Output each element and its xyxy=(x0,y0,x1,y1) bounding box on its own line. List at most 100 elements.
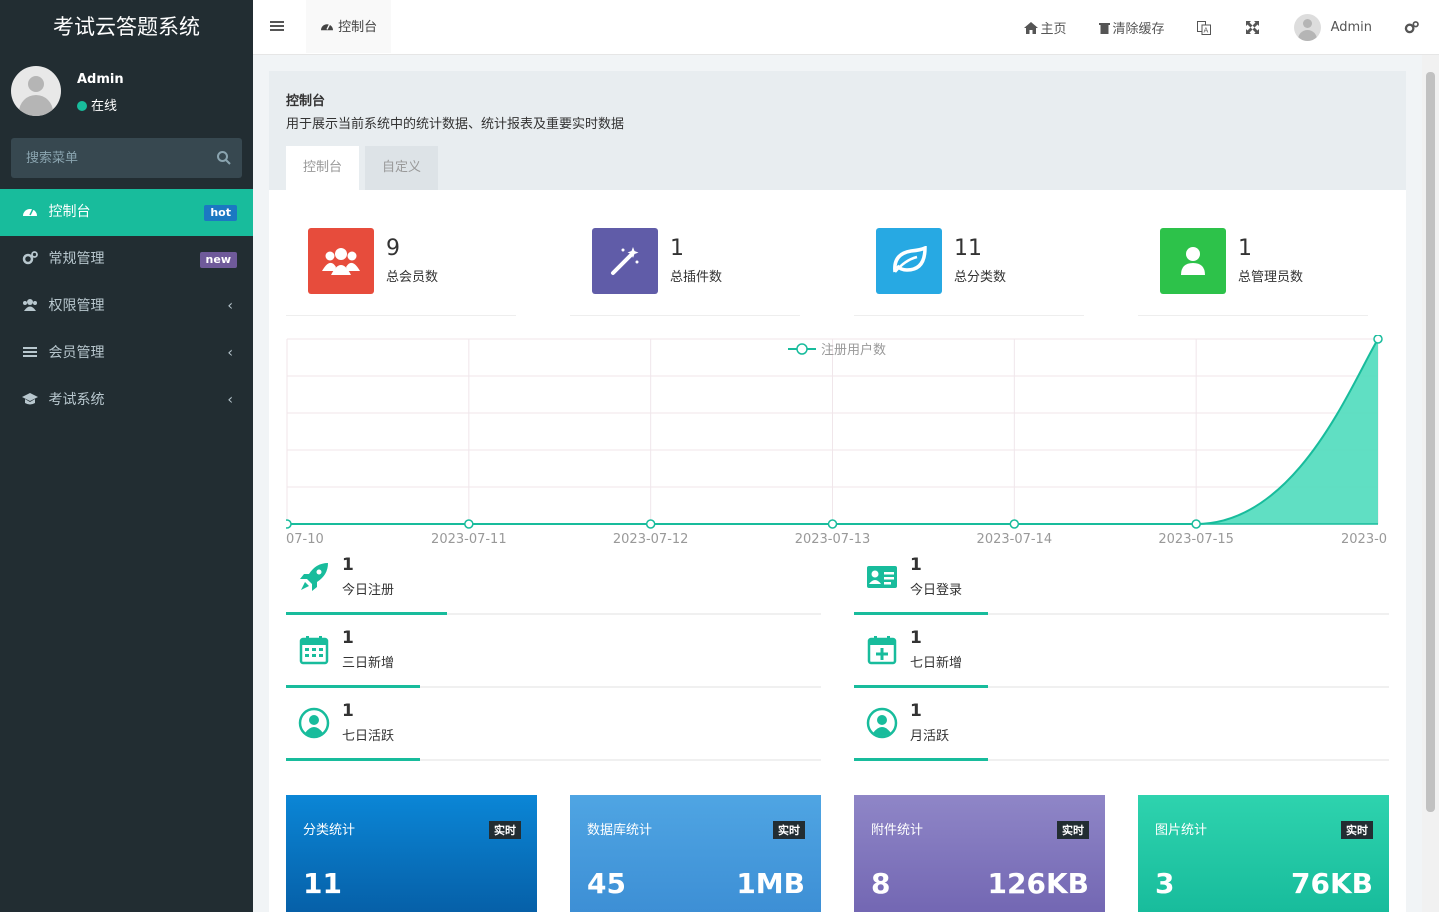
card-title: 附件统计 xyxy=(871,823,924,838)
sidebar: 考试云答题系统 Admin 在线 控制台 hot 常规管理 new 权限管理 ‹… xyxy=(0,0,253,912)
list-icon xyxy=(23,347,37,357)
sidebar-item-exam[interactable]: 考试系统 ‹ xyxy=(0,377,253,424)
sidebar-item-auth[interactable]: 权限管理 ‹ xyxy=(0,283,253,330)
mini-stat-bar xyxy=(854,758,988,761)
realtime-badge: 实时 xyxy=(1057,821,1089,839)
search-icon[interactable] xyxy=(216,150,232,166)
card-value: 11 xyxy=(303,867,342,900)
card-category-stats: 分类统计 实时 11 xyxy=(286,795,537,912)
chevron-left-icon: ‹ xyxy=(227,392,233,408)
card-value-secondary: 126KB xyxy=(987,867,1090,900)
clear-cache-label: 清除缓存 xyxy=(1112,22,1165,37)
new-badge: new xyxy=(199,252,237,268)
user-panel: Admin 在线 xyxy=(0,55,253,137)
trash-icon xyxy=(1098,22,1110,34)
mini-stat-value: 1 xyxy=(910,701,922,721)
tab-custom[interactable]: 自定义 xyxy=(365,146,439,190)
fullscreen-button[interactable] xyxy=(1245,21,1262,34)
stat-value: 1 xyxy=(670,236,684,261)
data-point xyxy=(286,519,292,529)
mini-stat-label: 月活跃 xyxy=(910,729,950,744)
card-value: 3 xyxy=(1155,867,1175,900)
menu-search-input[interactable] xyxy=(11,138,211,178)
card-value-secondary: 1MB xyxy=(736,867,805,900)
mini-stat-value: 1 xyxy=(342,555,354,575)
mini-stat-bar xyxy=(286,612,447,615)
leaf-icon xyxy=(876,228,942,294)
mini-stat-seven-day: 1 七日新增 xyxy=(854,626,1389,688)
language-button[interactable]: A xyxy=(1196,20,1214,35)
panel-heading: 控制台 用于展示当前系统中的统计数据、统计报表及重要实时数据 控制台 自定义 xyxy=(269,71,1406,190)
stat-label: 总分类数 xyxy=(954,270,1007,285)
sidebar-item-general[interactable]: 常规管理 new xyxy=(0,236,253,283)
register-chart: 07-10 2023-07-11 2023-07-12 2023-07-13 2023-… xyxy=(286,335,1387,547)
realtime-badge: 实时 xyxy=(489,821,521,839)
data-point xyxy=(645,519,656,529)
topbar-actions: 主页 清除缓存 A Admin xyxy=(1023,0,1439,55)
sidebar-item-label: 会员管理 xyxy=(48,345,105,361)
stat-label: 总管理员数 xyxy=(1238,270,1304,285)
mini-stat-value: 1 xyxy=(342,628,354,648)
panel-tabs: 控制台 自定义 xyxy=(286,146,444,190)
realtime-badge: 实时 xyxy=(773,821,805,839)
svg-text:A: A xyxy=(1203,26,1208,34)
settings-button[interactable] xyxy=(1404,21,1422,34)
mini-stat-label: 七日新增 xyxy=(910,656,963,671)
magic-wand-icon xyxy=(592,228,658,294)
dashboard-icon xyxy=(23,208,37,216)
data-point xyxy=(1191,519,1201,529)
card-value-secondary: 76KB xyxy=(1290,867,1373,900)
legend-marker xyxy=(796,343,808,355)
sidebar-item-label: 权限管理 xyxy=(48,298,105,314)
mini-stat-label: 今日注册 xyxy=(342,583,395,598)
admin-avatar[interactable] xyxy=(1293,14,1321,41)
admin-name: Admin xyxy=(1330,20,1372,35)
card-value: 8 xyxy=(871,867,891,900)
card-title: 数据库统计 xyxy=(587,823,653,838)
sidebar-item-label: 控制台 xyxy=(48,204,91,220)
mini-stat-value: 1 xyxy=(910,555,922,575)
tab-dashboard-panel[interactable]: 控制台 xyxy=(286,146,360,190)
card-value: 45 xyxy=(587,867,626,900)
sidebar-menu: 控制台 hot 常规管理 new 权限管理 ‹ 会员管理 ‹ 考试系统 ‹ xyxy=(0,189,253,424)
clear-cache-link[interactable]: 清除缓存 xyxy=(1098,18,1165,37)
menu-search xyxy=(11,138,242,178)
group-icon xyxy=(23,299,37,311)
id-card-icon xyxy=(867,566,897,588)
page-title: 控制台 xyxy=(286,94,326,109)
rocket-icon xyxy=(300,563,328,591)
x-tick-label: 07-10 xyxy=(286,532,324,547)
tab-label: 控制台 xyxy=(338,20,378,35)
avatar xyxy=(11,66,61,116)
users-icon xyxy=(308,228,374,294)
stat-members: 9 总会员数 xyxy=(286,228,516,316)
home-link[interactable]: 主页 xyxy=(1023,18,1067,37)
sidebar-toggle-icon[interactable] xyxy=(270,19,284,33)
stat-categories: 11 总分类数 xyxy=(854,228,1084,316)
mini-stat-bar xyxy=(286,685,420,688)
scrollbar-thumb[interactable] xyxy=(1426,72,1435,812)
stat-value: 9 xyxy=(386,236,400,261)
page-description: 用于展示当前系统中的统计数据、统计报表及重要实时数据 xyxy=(286,117,625,132)
hot-badge: hot xyxy=(204,205,237,221)
page-scrollbar[interactable] xyxy=(1422,55,1439,912)
sidebar-item-members[interactable]: 会员管理 ‹ xyxy=(0,330,253,377)
admin-menu[interactable]: Admin xyxy=(1331,20,1372,35)
user-circle-icon xyxy=(866,707,898,739)
mini-stat-bar xyxy=(286,758,420,761)
app-logo[interactable]: 考试云答题系统 xyxy=(0,0,253,55)
graduation-cap-icon xyxy=(22,393,38,405)
mini-stat-three-day: 1 三日新增 xyxy=(286,626,821,688)
sidebar-item-dashboard[interactable]: 控制台 hot xyxy=(0,189,253,236)
stat-value: 11 xyxy=(954,236,982,261)
mini-stat-bar xyxy=(854,612,988,615)
data-point xyxy=(1009,519,1020,529)
card-title: 分类统计 xyxy=(303,823,356,838)
data-point xyxy=(827,519,838,529)
home-icon xyxy=(1023,21,1038,34)
cogs-icon xyxy=(1404,21,1419,34)
user-status: 在线 xyxy=(77,95,117,114)
tab-dashboard[interactable]: 控制台 xyxy=(306,0,392,53)
chevron-left-icon: ‹ xyxy=(227,345,233,361)
fullscreen-icon xyxy=(1245,21,1259,34)
